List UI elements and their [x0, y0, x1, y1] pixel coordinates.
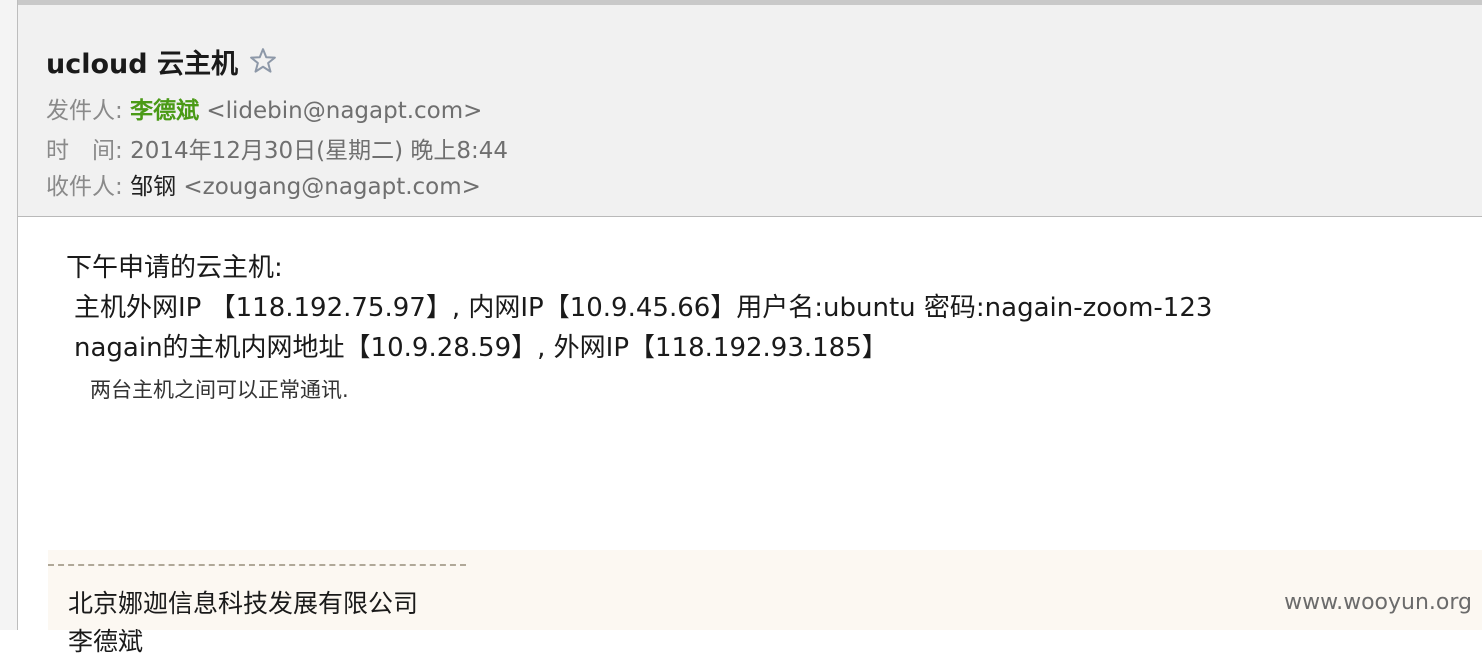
sender-name[interactable]: 李德斌: [130, 98, 199, 124]
signature-divider: [48, 564, 466, 566]
time-row: 时 间: 2014年12月30日(星期二) 晚上8:44: [46, 135, 508, 167]
to-row: 收件人: 邹钢 <zougang@nagapt.com>: [46, 171, 481, 203]
recipient-name[interactable]: 邹钢: [130, 174, 176, 200]
email-subject: ucloud 云主机: [46, 48, 238, 80]
subject-row: ucloud 云主机: [46, 41, 278, 81]
window-left-border: [0, 0, 18, 630]
time-label: 时 间:: [46, 138, 123, 164]
signature-name: 李德斌: [68, 627, 144, 656]
watermark: www.wooyun.org: [1284, 590, 1472, 615]
sender-address[interactable]: <lidebin@nagapt.com>: [206, 98, 482, 124]
from-label: 发件人:: [46, 98, 123, 124]
time-value: 2014年12月30日(星期二) 晚上8:44: [130, 138, 509, 164]
star-icon[interactable]: [248, 46, 278, 76]
from-row: 发件人: 李德斌 <lidebin@nagapt.com>: [46, 95, 482, 127]
signature-block: 北京娜迦信息科技发展有限公司 李德斌 www.wooyun.org: [48, 550, 1482, 656]
recipient-address[interactable]: <zougang@nagapt.com>: [183, 174, 481, 200]
body-line-3: nagain的主机内网地址【10.9.28.59】, 外网IP【118.192.…: [74, 333, 888, 363]
body-line-1: 下午申请的云主机:: [66, 253, 283, 283]
signature-company: 北京娜迦信息科技发展有限公司: [68, 589, 419, 618]
body-line-2: 主机外网IP 【118.192.75.97】, 内网IP【10.9.45.66】…: [74, 293, 1213, 323]
body-line-4: 两台主机之间可以正常通讯.: [90, 378, 349, 402]
email-header: ucloud 云主机 发件人: 李德斌 <lidebin@nagapt.com>…: [18, 0, 1482, 217]
to-label: 收件人:: [46, 174, 123, 200]
